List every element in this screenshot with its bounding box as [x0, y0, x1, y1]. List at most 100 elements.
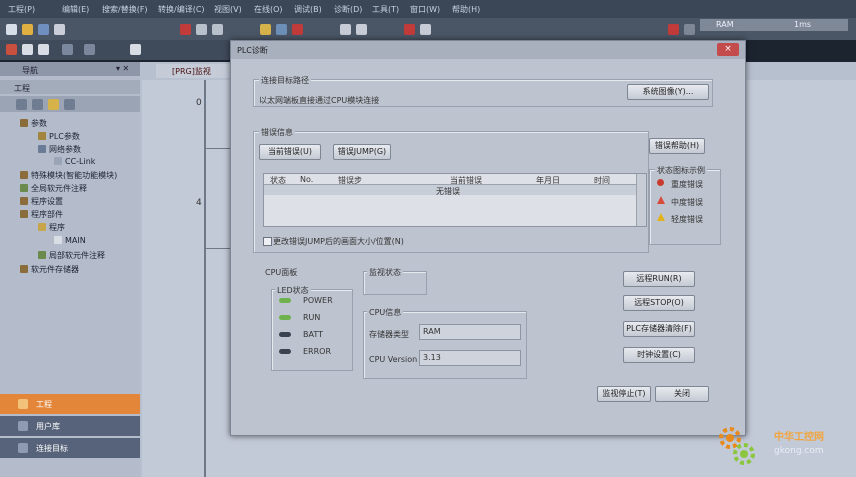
monitor-icon[interactable] — [340, 24, 351, 35]
table-row[interactable]: 无错误 — [264, 185, 636, 196]
zoom-icon[interactable] — [62, 44, 73, 55]
menu-view[interactable]: 视图(V) — [214, 4, 242, 15]
menu-convert[interactable]: 转换/编译(C) — [158, 4, 205, 15]
ladder-icon[interactable] — [6, 44, 17, 55]
property-icon[interactable] — [64, 99, 75, 110]
pin-icon[interactable]: ▾ ✕ — [116, 64, 129, 73]
tree-item-program-parts[interactable]: 程序部件 — [20, 209, 63, 220]
watermark-brand: 中华工控网 — [774, 432, 824, 443]
diagnostics-icon[interactable] — [404, 24, 415, 35]
tree-item-parameter[interactable]: 参数 — [20, 118, 47, 129]
line-icon[interactable] — [130, 44, 141, 55]
tab-connection[interactable]: 连接目标 — [0, 438, 140, 458]
cpu-info-group — [363, 311, 527, 379]
new-icon[interactable] — [6, 24, 17, 35]
copy-icon[interactable] — [196, 24, 207, 35]
error-table-header: 状态 No. 错误步 当前错误 年月日 时间 — [264, 174, 636, 185]
run-status-icon[interactable] — [668, 24, 679, 35]
watermark-site: gkong.com — [774, 446, 824, 456]
tree-item-special-module[interactable]: 特殊模块(智能功能模块) — [20, 170, 117, 181]
coil-icon[interactable] — [38, 44, 49, 55]
gear-logo-icon — [719, 427, 755, 465]
read-plc-icon[interactable] — [276, 24, 287, 35]
write-plc-icon[interactable] — [260, 24, 271, 35]
tree-item-plc-parameter[interactable]: PLC参数 — [38, 131, 80, 142]
memory-clear-button[interactable]: PLC存储器清除(F) — [623, 321, 695, 337]
plc-parameter-icon — [38, 132, 46, 140]
menu-diagnostics[interactable]: 诊断(D) — [334, 4, 362, 15]
table-scrollbar[interactable] — [636, 174, 646, 226]
menu-project[interactable]: 工程(P) — [8, 4, 35, 15]
current-error-button[interactable]: 当前错误(U) — [259, 144, 321, 160]
left-power-rail — [204, 80, 206, 477]
tree-item-local-comment[interactable]: 局部软元件注释 — [38, 250, 105, 261]
device-icon[interactable] — [356, 24, 367, 35]
verify-icon[interactable] — [420, 24, 431, 35]
system-image-button[interactable]: 系统图像(Y)... — [627, 84, 709, 100]
remote-run-button[interactable]: 远程RUN(R) — [623, 271, 695, 287]
column-header: No. — [300, 175, 314, 184]
tree-label: PLC参数 — [49, 132, 80, 141]
find-icon[interactable] — [84, 44, 95, 55]
save-icon[interactable] — [38, 24, 49, 35]
tree-label: 全局软元件注释 — [31, 184, 87, 193]
stop-icon[interactable] — [292, 24, 303, 35]
tree-item-main[interactable]: MAIN — [54, 236, 86, 245]
tree-item-network-parameter[interactable]: 网络参数 — [38, 144, 81, 155]
open-icon[interactable] — [22, 24, 33, 35]
memory-icon — [20, 265, 28, 273]
expand-icon[interactable] — [16, 99, 27, 110]
tree-item-program[interactable]: 程序 — [38, 222, 65, 233]
tab-label: 连接目标 — [36, 444, 68, 453]
tree-item-device-memory[interactable]: 软元件存储器 — [20, 264, 79, 275]
clock-setting-button[interactable]: 时钟设置(C) — [623, 347, 695, 363]
dialog-titlebar[interactable]: PLC诊断 × — [231, 41, 745, 59]
menu-edit[interactable]: 编辑(E) — [62, 4, 89, 15]
power-led-label: POWER — [303, 296, 333, 305]
module-icon — [20, 171, 28, 179]
rung-line — [206, 148, 232, 149]
tab-user-library[interactable]: 用户库 — [0, 416, 140, 436]
collapse-icon[interactable] — [32, 99, 43, 110]
editor-tab[interactable]: [PRG]监视 — [156, 64, 236, 78]
paste-icon[interactable] — [212, 24, 223, 35]
error-jump-button[interactable]: 错误JUMP(G) — [333, 144, 391, 160]
tree-item-program-setting[interactable]: 程序设置 — [20, 196, 63, 207]
tab-project[interactable]: 工程 — [0, 394, 140, 414]
legend-moderate-error: 中度错误 — [671, 198, 703, 207]
error-led-label: ERROR — [303, 347, 332, 356]
target-path-value: 以太网端板直接通过CPU模块连接 — [259, 96, 380, 105]
settings-icon[interactable] — [684, 24, 695, 35]
comment-icon — [38, 251, 46, 259]
project-header: 工程 — [0, 80, 140, 94]
error-table[interactable]: 状态 No. 错误步 当前错误 年月日 时间 无错误 — [263, 173, 647, 227]
menu-online[interactable]: 在线(O) — [254, 4, 283, 15]
menu-tools[interactable]: 工具(T) — [372, 4, 399, 15]
navigation-bottom-tabs: 工程 用户库 连接目标 — [0, 394, 140, 477]
close-button[interactable]: 关闭 — [655, 386, 709, 402]
remote-stop-button[interactable]: 远程STOP(O) — [623, 295, 695, 311]
print-icon[interactable] — [54, 24, 65, 35]
tree-item-global-comment[interactable]: 全局软元件注释 — [20, 183, 87, 194]
contact-icon[interactable] — [22, 44, 33, 55]
document-icon — [54, 236, 62, 244]
menu-window[interactable]: 窗口(W) — [410, 4, 440, 15]
table-cell: 无错误 — [436, 187, 460, 196]
rung-line — [206, 248, 232, 249]
tree-item-cc-link[interactable]: CC-Link — [54, 157, 95, 166]
jump-resize-checkbox[interactable] — [263, 237, 272, 246]
scan-time: 1ms — [794, 20, 812, 29]
error-help-button[interactable]: 错误帮助(H) — [649, 138, 705, 154]
menu-search[interactable]: 搜索/替换(F) — [102, 4, 148, 15]
toolbar-secondary — [0, 40, 230, 60]
project-label: 工程 — [14, 84, 30, 93]
close-icon[interactable]: × — [717, 43, 739, 56]
stop-monitor-button[interactable]: 监视停止(T) — [597, 386, 651, 402]
folder-icon[interactable] — [48, 99, 59, 110]
error-info-label: 错误信息 — [259, 127, 295, 138]
tab-label: 用户库 — [36, 422, 60, 431]
menu-help[interactable]: 帮助(H) — [452, 4, 480, 15]
memory-status: RAM — [716, 20, 734, 29]
menu-debug[interactable]: 调试(B) — [294, 4, 322, 15]
cut-icon[interactable] — [180, 24, 191, 35]
